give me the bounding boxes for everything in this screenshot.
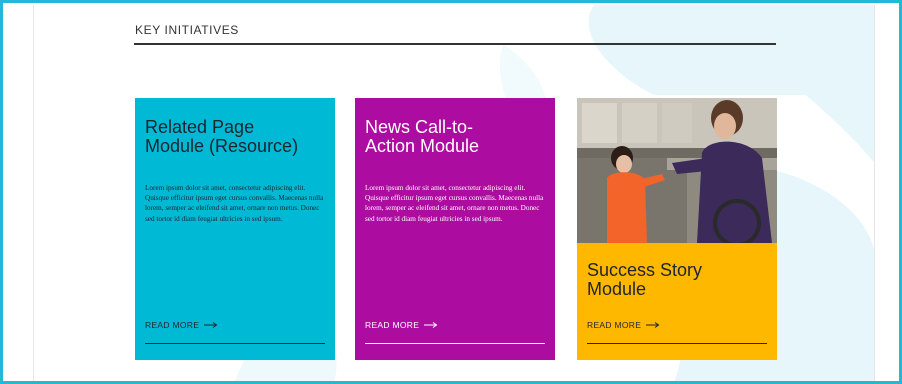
card-title: News Call-to- Action Module xyxy=(365,118,545,156)
success-story-photo xyxy=(577,98,777,243)
card-divider xyxy=(587,343,767,344)
section-title: KEY INITIATIVES xyxy=(135,23,239,37)
arrow-right-icon xyxy=(646,322,660,328)
card-title-line: News Call-to- xyxy=(365,117,474,137)
read-more-label: READ MORE xyxy=(365,320,420,330)
read-more-link[interactable]: READ MORE xyxy=(587,320,660,330)
card-title-line: Related Page xyxy=(145,117,255,137)
arrow-right-icon xyxy=(424,322,438,328)
read-more-label: READ MORE xyxy=(587,320,642,330)
card-news-cta[interactable]: News Call-to- Action Module Lorem ipsum … xyxy=(355,98,555,360)
read-more-label: READ MORE xyxy=(145,320,200,330)
card-body-text: Lorem ipsum dolor sit amet, consectetur … xyxy=(145,184,324,223)
card-divider xyxy=(145,343,325,344)
card-related-page[interactable]: Related Page Module (Resource) Lorem ips… xyxy=(135,98,335,360)
card-title-line: Module (Resource) xyxy=(145,136,299,156)
page-container: KEY INITIATIVES Related Page Module (Res… xyxy=(33,5,875,381)
card-title-line: Module xyxy=(587,279,647,299)
read-more-link[interactable]: READ MORE xyxy=(145,320,218,330)
screenshot-frame: KEY INITIATIVES Related Page Module (Res… xyxy=(0,0,902,384)
card-body-text: Lorem ipsum dolor sit amet, consectetur … xyxy=(365,184,544,223)
card-title: Related Page Module (Resource) xyxy=(145,118,325,156)
card-success-story[interactable]: Success Story Module READ MORE xyxy=(577,98,777,360)
read-more-link[interactable]: READ MORE xyxy=(365,320,438,330)
card-title-line: Success Story xyxy=(587,260,703,280)
arrow-right-icon xyxy=(204,322,218,328)
card-title: Success Story Module xyxy=(587,261,767,299)
card-title-line: Action Module xyxy=(365,136,480,156)
section-divider xyxy=(134,43,776,45)
card-divider xyxy=(365,343,545,344)
